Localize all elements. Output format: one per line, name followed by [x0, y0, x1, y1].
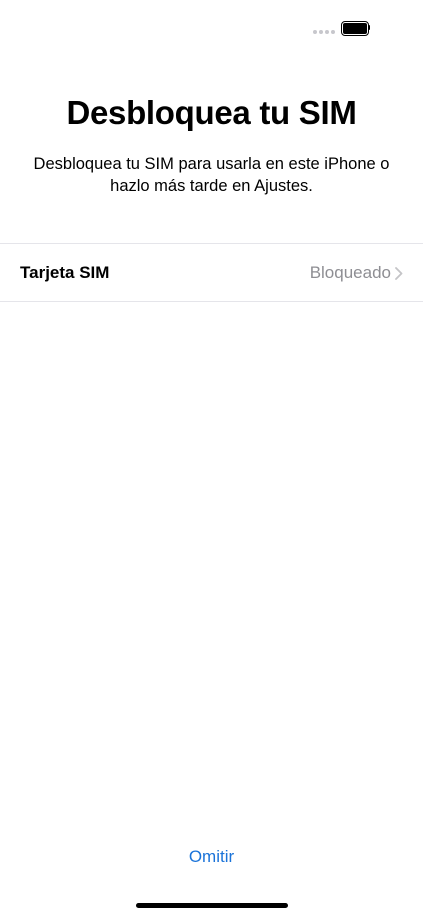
page-subtitle: Desbloquea tu SIM para usarla en este iP…	[33, 155, 390, 195]
home-indicator[interactable]	[136, 903, 288, 908]
status-bar	[0, 0, 423, 50]
skip-button[interactable]: Omitir	[0, 843, 423, 871]
sim-unlock-screen: Desbloquea tu SIM Desbloquea tu SIM para…	[0, 0, 423, 917]
signal-dots-icon	[313, 30, 335, 34]
page-title: Desbloquea tu SIM	[66, 94, 357, 131]
sim-card-row[interactable]: Tarjeta SIM Bloqueado	[0, 243, 423, 302]
chevron-right-icon	[395, 267, 403, 280]
battery-full-icon	[341, 21, 370, 36]
sim-card-label: Tarjeta SIM	[20, 262, 110, 282]
sim-status-value: Bloqueado	[309, 262, 391, 282]
